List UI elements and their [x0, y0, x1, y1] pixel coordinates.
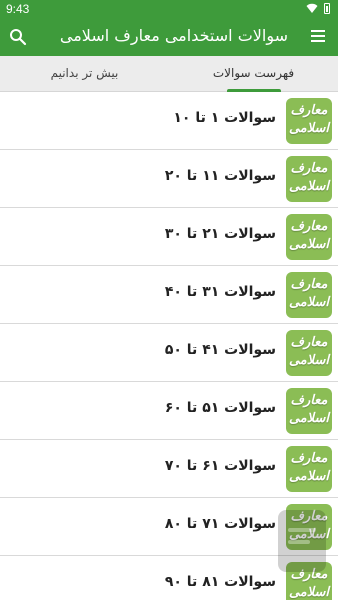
thumbnail-line1: معارف [290, 103, 328, 118]
thumbnail-image: معارف اسلامی [286, 446, 332, 492]
list-item-label: سوالات ۴۱ تا ۵۰ [164, 342, 276, 358]
tab-question-list[interactable]: فهرست سوالات [169, 56, 338, 92]
thumbnail-line2: اسلامی [288, 469, 330, 484]
list-item-label: سوالات ۲۱ تا ۳۰ [164, 226, 276, 242]
thumbnail-image: معارف اسلامی [286, 504, 332, 550]
thumbnail-image: معارف اسلامی [286, 272, 332, 318]
list-item-label: سوالات ۱۱ تا ۲۰ [164, 168, 276, 184]
thumbnail-image: معارف اسلامی [286, 214, 332, 260]
thumbnail-line1: معارف [290, 393, 328, 408]
list-item[interactable]: معارف اسلامی سوالات ۳۱ تا ۴۰ [0, 266, 338, 324]
list-item[interactable]: معارف اسلامی سوالات ۱ تا ۱۰ [0, 92, 338, 150]
list-item-label: سوالات ۱ تا ۱۰ [173, 110, 276, 126]
list-item[interactable]: معارف اسلامی سوالات ۸۱ تا ۹۰ [0, 556, 338, 600]
list-item-label: سوالات ۸۱ تا ۹۰ [164, 574, 276, 590]
list-item-label: سوالات ۷۱ تا ۸۰ [164, 516, 276, 532]
wifi-icon [306, 3, 318, 13]
status-icons [306, 3, 330, 14]
status-time: 9:43 [6, 2, 30, 16]
thumbnail-line2: اسلامی [288, 121, 330, 136]
thumbnail-line1: معارف [290, 567, 328, 582]
thumbnail-image: معارف اسلامی [286, 330, 332, 376]
search-icon[interactable] [8, 27, 28, 47]
list-item[interactable]: معارف اسلامی سوالات ۶۱ تا ۷۰ [0, 440, 338, 498]
thumbnail-line1: معارف [290, 161, 328, 176]
thumbnail-line2: اسلامی [288, 179, 330, 194]
battery-icon [324, 3, 330, 14]
page-title: سوالات استخدامی معارف اسلامی [59, 26, 288, 45]
list-item-label: سوالات ۵۱ تا ۶۰ [164, 400, 276, 416]
thumbnail-image: معارف اسلامی [286, 562, 332, 600]
thumbnail-line2: اسلامی [288, 527, 330, 542]
thumbnail-image: معارف اسلامی [286, 388, 332, 434]
thumbnail-image: معارف اسلامی [286, 156, 332, 202]
list-item[interactable]: معارف اسلامی سوالات ۲۱ تا ۳۰ [0, 208, 338, 266]
status-bar: 9:43 [0, 0, 338, 18]
list-item[interactable]: معارف اسلامی سوالات ۱۱ تا ۲۰ [0, 150, 338, 208]
thumbnail-line1: معارف [290, 509, 328, 524]
tab-learn-more[interactable]: بیش تر بدانیم [0, 56, 169, 92]
thumbnail-line2: اسلامی [288, 411, 330, 426]
list-item[interactable]: معارف اسلامی سوالات ۵۱ تا ۶۰ [0, 382, 338, 440]
thumbnail-line2: اسلامی [288, 237, 330, 252]
tab-bar: فهرست سوالات بیش تر بدانیم [0, 56, 338, 92]
list-item[interactable]: معارف اسلامی سوالات ۴۱ تا ۵۰ [0, 324, 338, 382]
list-item-label: سوالات ۳۱ تا ۴۰ [164, 284, 276, 300]
app-bar: سوالات استخدامی معارف اسلامی [0, 18, 338, 56]
question-list: معارف اسلامی سوالات ۱ تا ۱۰ معارف اسلامی… [0, 92, 338, 600]
thumbnail-line1: معارف [290, 451, 328, 466]
thumbnail-line1: معارف [290, 219, 328, 234]
thumbnail-line1: معارف [290, 335, 328, 350]
thumbnail-line2: اسلامی [288, 585, 330, 600]
thumbnail-image: معارف اسلامی [286, 98, 332, 144]
menu-icon[interactable] [308, 27, 328, 47]
thumbnail-line1: معارف [290, 277, 328, 292]
thumbnail-line2: اسلامی [288, 353, 330, 368]
thumbnail-line2: اسلامی [288, 295, 330, 310]
list-item-label: سوالات ۶۱ تا ۷۰ [164, 458, 276, 474]
list-item[interactable]: معارف اسلامی سوالات ۷۱ تا ۸۰ [0, 498, 338, 556]
